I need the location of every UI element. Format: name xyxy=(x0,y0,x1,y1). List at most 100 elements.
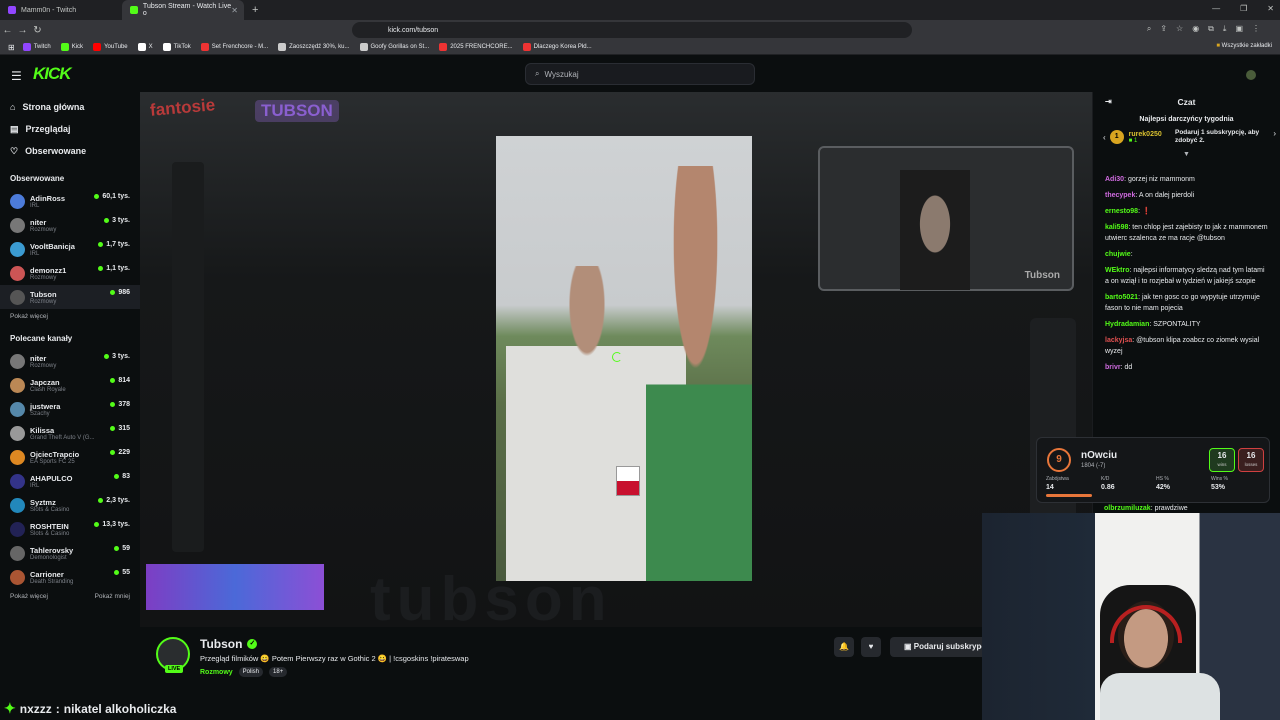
channel-category: Slots & Casino xyxy=(30,506,70,513)
sidebar-channel[interactable]: demonzz1 Rozmowy 1,1 tys. xyxy=(0,261,140,285)
notification-bell-button[interactable]: 🔔 xyxy=(834,637,854,657)
kick-logo[interactable]: KICK xyxy=(33,64,72,84)
chat-username[interactable]: lackyjsa xyxy=(1105,337,1132,344)
bookmark-item[interactable]: 2025 FRENCHCORE... xyxy=(439,43,513,51)
live-dot-icon xyxy=(98,242,104,247)
zoom-icon[interactable]: ⌕ xyxy=(1147,24,1151,34)
bookmark-item[interactable]: TikTok xyxy=(162,43,191,51)
share-icon[interactable]: ⇪ xyxy=(1160,24,1167,34)
prev-arrow-icon[interactable]: ‹ xyxy=(1103,133,1106,142)
sidebar-channel[interactable]: AHAPULCO IRL 83 xyxy=(0,469,140,493)
puzzle-icon[interactable]: ⧉ xyxy=(1208,24,1214,34)
bookmark-item[interactable]: Kick xyxy=(60,43,83,51)
chat-message: Hydradamian: SZPONTALITY xyxy=(1105,319,1270,330)
chat-username[interactable]: Adi30 xyxy=(1105,176,1124,183)
sidebar-channel[interactable]: Japczan Clash Royale 814 xyxy=(0,373,140,397)
browser-tab-twitch[interactable]: Mamm0n - Twitch xyxy=(0,0,122,20)
video-player[interactable]: fantosie TUBSON Tubson tubson xyxy=(140,92,1092,627)
bookmark-item[interactable]: YouTube xyxy=(93,43,128,51)
minimize-icon[interactable]: — xyxy=(1212,4,1220,13)
live-dot-icon xyxy=(104,354,110,359)
bookmark-item[interactable]: Zaoszczędź 30%, ku... xyxy=(278,43,350,51)
chat-text: : najlepsi informatycy sledzą nad tym la… xyxy=(1105,267,1265,285)
follow-button[interactable]: ♥ xyxy=(861,637,881,657)
gift-cta[interactable]: Podaruj 1 subskrypcję, aby zdobyć 2. xyxy=(1175,129,1265,145)
chat-username[interactable]: Hydradamian xyxy=(1105,321,1149,328)
chat-username[interactable]: barto5021 xyxy=(1105,294,1138,301)
sidebar-channel[interactable]: Tubson Rozmowy 986 xyxy=(0,285,140,309)
nav-home[interactable]: ⌂ Strona główna xyxy=(10,96,140,118)
gift-sub-button[interactable]: ▣ Podaruj subskrypcję xyxy=(890,637,990,657)
live-dot-icon xyxy=(114,546,120,551)
nav-browse[interactable]: ▤ Przeglądaj xyxy=(10,118,140,140)
chat-username[interactable]: WEktro xyxy=(1105,267,1130,274)
sidebar-channel[interactable]: ROSHTEIN Slots & Casino 13,3 tys. xyxy=(0,517,140,541)
sidebar-channel[interactable]: VooltBanicja IRL 1,7 tys. xyxy=(0,237,140,261)
top-gifters-title: Najlepsi darczyńcy tygodnia xyxy=(1139,116,1234,123)
stream-category[interactable]: Rozmowy xyxy=(200,669,233,676)
chat-username[interactable]: olbrzumiluzak xyxy=(1104,505,1151,512)
losses-box: 16 losses xyxy=(1238,448,1264,472)
stream-tag[interactable]: Polish xyxy=(238,667,264,677)
extension-icon[interactable]: ◉ xyxy=(1192,24,1199,34)
browser-tab-kick[interactable]: Tubson Stream - Watch Live o ✕ xyxy=(122,0,244,20)
sidebar-channel[interactable]: Carrioner Death Stranding 55 xyxy=(0,565,140,589)
sidebar-channel[interactable]: OjciecTrapcio EA Sports FC 25 229 xyxy=(0,445,140,469)
next-arrow-icon[interactable]: › xyxy=(1273,129,1276,138)
nav-following[interactable]: ♡ Obserwowane xyxy=(10,140,140,162)
forward-icon[interactable]: → xyxy=(15,25,30,36)
channel-category: Grand Theft Auto V (G... xyxy=(30,434,95,441)
sidebar-channel[interactable]: niter Rozmowy 3 tys. xyxy=(0,349,140,373)
close-tab-icon[interactable]: ✕ xyxy=(231,6,238,15)
stream-tag[interactable]: 18+ xyxy=(269,667,288,677)
show-more-link[interactable]: Pokaż więcej xyxy=(10,593,48,600)
address-bar: ← → ↻ kick.com/tubson xyxy=(0,20,1280,40)
bookmark-item[interactable]: Dlaczego Korea Płd... xyxy=(522,43,592,51)
gifter-name[interactable]: rurek0250 xyxy=(1129,131,1162,138)
reload-icon[interactable]: ↻ xyxy=(30,25,45,36)
search-input[interactable]: ⌕ Wyszukaj xyxy=(525,63,755,85)
heart-icon: ♡ xyxy=(10,145,19,156)
close-window-icon[interactable]: ✕ xyxy=(1267,4,1274,13)
user-avatar[interactable] xyxy=(1246,70,1256,80)
menu-icon[interactable]: ⋮ xyxy=(1252,24,1260,34)
chat-username[interactable]: kali598 xyxy=(1105,224,1128,231)
chat-username[interactable]: ernesto98 xyxy=(1105,208,1138,215)
channel-name: AHAPULCO xyxy=(30,473,73,483)
show-more-link[interactable]: Pokaż więcej xyxy=(10,313,48,320)
new-tab-button[interactable]: + xyxy=(244,4,266,16)
sidebar-channel[interactable]: niter Rozmowy 3 tys. xyxy=(0,213,140,237)
collapse-chat-icon[interactable]: ⇥ xyxy=(1105,92,1112,112)
all-bookmarks[interactable]: ■ Wszystkie zakładki xyxy=(1216,43,1272,49)
show-less-link[interactable]: Pokaż mniej xyxy=(95,593,130,600)
chat-username[interactable]: thecypek xyxy=(1105,192,1135,199)
channel-avatar xyxy=(10,193,25,209)
bookmark-item[interactable]: Goofy Gorillas on St... xyxy=(359,43,429,51)
star-icon[interactable]: ☆ xyxy=(1176,24,1183,34)
sidepanel-icon[interactable]: ▣ xyxy=(1235,24,1243,34)
bookmark-item[interactable]: Twitch xyxy=(22,43,51,51)
url-input[interactable]: kick.com/tubson xyxy=(352,22,912,38)
bookmark-item[interactable]: Set Frenchcore - M... xyxy=(200,43,268,51)
hamburger-menu-icon[interactable]: ☰ xyxy=(11,69,22,83)
streamer-name[interactable]: Tubson xyxy=(200,637,242,651)
pin-toggle-icon[interactable]: ▼ xyxy=(1093,151,1280,158)
channel-avatar xyxy=(10,217,25,233)
channel-name: AdinRoss xyxy=(30,193,66,203)
sidebar-channel[interactable]: Tahlerovsky Demonologist 59 xyxy=(0,541,140,565)
sidebar-channel[interactable]: Kilissa Grand Theft Auto V (G... 315 xyxy=(0,421,140,445)
verified-icon: ✓ xyxy=(247,639,258,649)
bookmark-item[interactable]: X xyxy=(137,43,153,51)
sidebar-channel[interactable]: justwera Szachy 378 xyxy=(0,397,140,421)
maximize-icon[interactable]: ❐ xyxy=(1240,4,1247,13)
sidebar-channel[interactable]: AdinRoss IRL 60,1 tys. xyxy=(0,189,140,213)
followed-show-more: Pokaż więcej xyxy=(0,309,140,320)
back-icon[interactable]: ← xyxy=(0,25,15,36)
chat-username[interactable]: brivr xyxy=(1105,364,1121,371)
chat-username[interactable]: chujwie xyxy=(1105,251,1131,258)
download-icon[interactable]: ⤓ xyxy=(1223,24,1227,34)
viewer-count: 315 xyxy=(110,425,130,432)
sidebar-channel[interactable]: Syztmz Slots & Casino 2,3 tys. xyxy=(0,493,140,517)
apps-icon[interactable]: ⊞ xyxy=(8,43,15,52)
viewer-count-value: 3 tys. xyxy=(112,353,130,360)
